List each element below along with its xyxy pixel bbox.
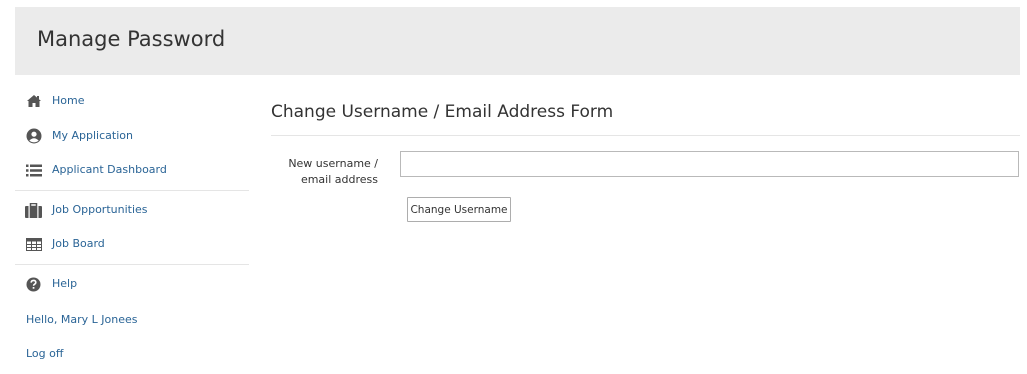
sidebar-item-label: My Application xyxy=(52,129,133,142)
sidebar-item-help[interactable]: Help xyxy=(15,272,249,296)
sidebar-item-label: Help xyxy=(52,277,78,290)
form-title: Change Username / Email Address Form xyxy=(271,102,614,122)
page-header: Manage Password xyxy=(15,7,1020,75)
sidebar-item-label: Job Opportunities xyxy=(52,203,148,216)
table-icon xyxy=(25,236,42,252)
new-username-input[interactable] xyxy=(400,151,1019,177)
sidebar-item-label: Home xyxy=(52,94,85,107)
sidebar-item-label: Job Board xyxy=(52,237,105,250)
sidebar-item-job-opportunities[interactable]: Job Opportunities xyxy=(15,198,249,222)
change-username-button[interactable]: Change Username xyxy=(407,197,511,222)
question-circle-icon xyxy=(25,276,42,292)
sidebar-item-applicant-dashboard[interactable]: Applicant Dashboard xyxy=(15,158,249,182)
sidebar-item-label: Applicant Dashboard xyxy=(52,163,167,176)
sidebar-item-home[interactable]: Home xyxy=(15,89,249,113)
username-field-label: New username / email address xyxy=(271,156,378,188)
sidebar-divider xyxy=(15,264,249,265)
sidebar-item-job-board[interactable]: Job Board xyxy=(15,232,249,256)
logoff-link[interactable]: Log off xyxy=(26,347,63,360)
user-circle-icon xyxy=(25,128,42,144)
username-field-label-line1: New username / xyxy=(288,157,378,170)
home-icon xyxy=(25,93,42,109)
sidebar-item-my-application[interactable]: My Application xyxy=(15,124,249,148)
briefcase-icon xyxy=(25,202,42,218)
sidebar-divider xyxy=(15,190,249,191)
title-divider xyxy=(271,135,1020,136)
list-icon xyxy=(25,162,42,178)
greeting-link[interactable]: Hello, Mary L Jonees xyxy=(26,313,137,326)
page-title: Manage Password xyxy=(37,27,226,51)
username-field-label-line2: email address xyxy=(300,173,378,186)
